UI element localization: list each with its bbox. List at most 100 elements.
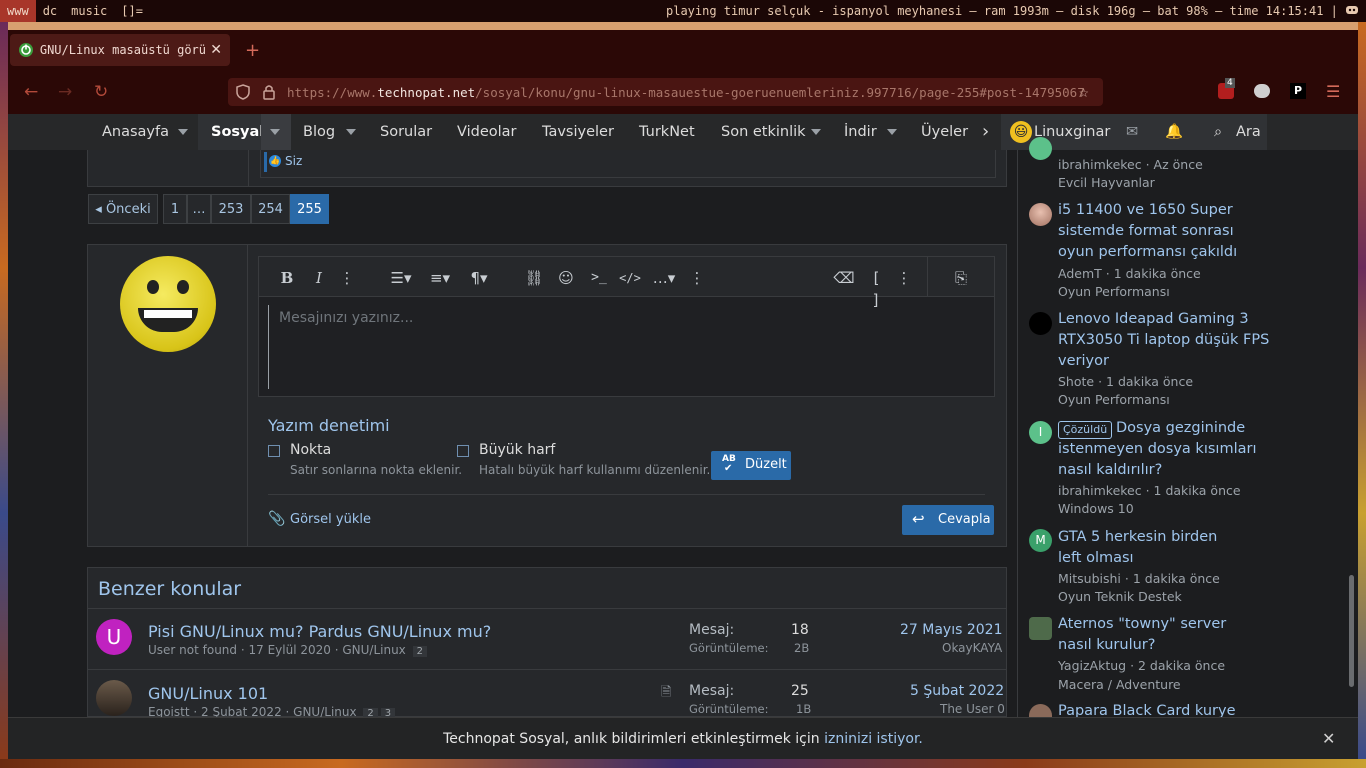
sidebar-item-title[interactable]: Dosya gezgininde istenmeyen dosya kısıml… bbox=[1058, 418, 1283, 481]
paperclip-icon[interactable]: 📎 bbox=[268, 511, 285, 527]
more-options-icon[interactable]: ⋮ bbox=[893, 267, 915, 289]
back-icon[interactable]: ← bbox=[24, 82, 38, 102]
duzelt-button[interactable]: AB ✔ Düzelt bbox=[711, 451, 791, 480]
reply-button[interactable]: ↩ Cevapla bbox=[902, 505, 994, 535]
avatar[interactable] bbox=[1029, 312, 1052, 335]
page-1[interactable]: 1 bbox=[163, 194, 187, 224]
nav-sorular[interactable]: Sorular bbox=[380, 114, 432, 150]
nav-scroll-right-icon[interactable]: › bbox=[982, 114, 989, 150]
italic-icon[interactable]: I bbox=[308, 267, 330, 289]
scrollbar-thumb[interactable] bbox=[1349, 575, 1354, 687]
reload-icon[interactable]: ↻ bbox=[94, 82, 108, 102]
extension-mask-icon[interactable] bbox=[1254, 84, 1270, 98]
avatar[interactable] bbox=[1029, 617, 1052, 640]
nav-son-etkinlik[interactable]: Son etkinlik bbox=[721, 114, 806, 150]
avatar[interactable] bbox=[96, 680, 132, 716]
more-options-icon[interactable]: ⋮ bbox=[336, 267, 358, 289]
inbox-icon[interactable]: ✉ bbox=[1126, 114, 1138, 150]
caret-down-icon[interactable] bbox=[346, 129, 356, 135]
extension-p-icon[interactable]: P bbox=[1290, 83, 1306, 99]
sidebar-item-forum[interactable]: Oyun Performansı bbox=[1058, 392, 1170, 407]
bell-icon[interactable]: 🔔 bbox=[1165, 114, 1183, 150]
url-bar[interactable]: https://www.technopat.net/sosyal/konu/gn… bbox=[228, 78, 1103, 106]
sidebar-item-forum[interactable]: Windows 10 bbox=[1058, 501, 1134, 516]
sidebar-item-title[interactable]: Aternos "towny" server nasıl kurulur? bbox=[1058, 614, 1258, 656]
buyuk-harf-checkbox[interactable] bbox=[457, 445, 469, 457]
nav-videolar[interactable]: Videolar bbox=[457, 114, 517, 150]
avatar[interactable] bbox=[1029, 137, 1052, 160]
workspace-dc[interactable]: dc bbox=[36, 0, 64, 22]
nav-uyeler[interactable]: Üyeler bbox=[921, 114, 968, 150]
sidebar-item-forum[interactable]: Oyun Teknik Destek bbox=[1058, 589, 1182, 604]
sidebar-item-forum[interactable]: Macera / Adventure bbox=[1058, 677, 1181, 692]
caret-down-icon[interactable] bbox=[270, 129, 280, 135]
more-options-icon[interactable]: ⋮ bbox=[686, 267, 708, 289]
last-post-user[interactable]: The User 0 bbox=[940, 702, 1005, 716]
avatar[interactable]: I bbox=[1029, 421, 1052, 444]
preview-icon[interactable]: ⎘ bbox=[950, 267, 972, 289]
workspace-www[interactable]: www bbox=[0, 0, 36, 22]
paragraph-icon[interactable]: ¶▾ bbox=[465, 267, 493, 289]
avatar[interactable] bbox=[1029, 203, 1052, 226]
bbcode-icon[interactable]: [ ] bbox=[865, 267, 887, 309]
align-icon[interactable]: ≡▾ bbox=[426, 267, 454, 289]
thread-page-badge[interactable]: 2 bbox=[412, 646, 427, 657]
caret-down-icon[interactable] bbox=[811, 129, 821, 135]
duzelt-label: Düzelt bbox=[745, 457, 787, 472]
eraser-icon[interactable]: ⌫ bbox=[833, 267, 855, 289]
bookmark-star-icon[interactable]: ☆ bbox=[1079, 82, 1089, 101]
workspace-music[interactable]: music bbox=[64, 0, 114, 22]
menu-icon[interactable]: ☰ bbox=[1326, 82, 1340, 101]
caret-down-icon[interactable] bbox=[887, 129, 897, 135]
thread-title[interactable]: Pisi GNU/Linux mu? Pardus GNU/Linux mu? bbox=[148, 622, 491, 641]
sidebar-item-title[interactable]: i5 11400 ve 1650 Super sistemde format s… bbox=[1058, 200, 1238, 263]
views-label: Görüntüleme: bbox=[689, 641, 769, 655]
tab-close-icon[interactable]: ✕ bbox=[210, 42, 222, 58]
list-icon[interactable]: ☰▾ bbox=[387, 267, 415, 289]
forward-icon[interactable]: → bbox=[58, 82, 72, 102]
last-post-date[interactable]: 5 Şubat 2022 bbox=[910, 683, 1004, 699]
sidebar-item-title[interactable]: Papara Black Card kurye bbox=[1058, 702, 1236, 717]
browser-tab[interactable]: GNU/Linux masaüstü görünümleriniz ✕ bbox=[10, 34, 230, 66]
last-post-date[interactable]: 27 Mayıs 2021 bbox=[900, 622, 1002, 638]
nokta-checkbox[interactable] bbox=[268, 445, 280, 457]
insert-more-icon[interactable]: …▾ bbox=[650, 267, 678, 289]
pagination-prev[interactable]: ◂ Önceki bbox=[88, 194, 158, 224]
nav-anasayfa[interactable]: Anasayfa bbox=[102, 114, 169, 150]
nav-indir[interactable]: İndir bbox=[844, 114, 877, 150]
nav-sosyal[interactable]: Sosyal bbox=[211, 114, 264, 150]
sidebar-item-title[interactable]: Lenovo Ideapad Gaming 3 RTX3050 Ti lapto… bbox=[1058, 309, 1283, 372]
nav-turknet[interactable]: TurkNet bbox=[639, 114, 695, 150]
message-input[interactable]: Mesajınızı yazınız... bbox=[268, 305, 988, 389]
nav-blog[interactable]: Blog bbox=[303, 114, 335, 150]
reply-label: Cevapla bbox=[938, 512, 991, 527]
reaction-user[interactable]: Siz bbox=[285, 154, 302, 168]
layout-indicator[interactable]: []= bbox=[114, 0, 150, 22]
sidebar-item-forum[interactable]: Evcil Hayvanlar bbox=[1058, 175, 1155, 190]
notification-link[interactable]: izninizi istiyor. bbox=[824, 731, 923, 747]
upload-image-link[interactable]: Görsel yükle bbox=[290, 512, 371, 527]
code-icon[interactable]: </> bbox=[619, 267, 641, 289]
emoji-icon[interactable]: ☺ bbox=[555, 267, 577, 289]
avatar[interactable]: M bbox=[1029, 529, 1052, 552]
caret-down-icon[interactable] bbox=[178, 129, 188, 135]
page-254[interactable]: 254 bbox=[251, 194, 290, 224]
search-icon[interactable]: ⌕ bbox=[1214, 114, 1222, 150]
terminal-icon[interactable]: >_ bbox=[586, 267, 612, 289]
avatar[interactable]: U bbox=[96, 619, 132, 655]
thread-title[interactable]: GNU/Linux 101 bbox=[148, 684, 268, 703]
page-253[interactable]: 253 bbox=[211, 194, 251, 224]
similar-threads-title: Benzer konular bbox=[98, 578, 242, 600]
link-icon[interactable]: ⛓ bbox=[523, 267, 545, 289]
search-label[interactable]: Ara bbox=[1236, 114, 1261, 150]
close-icon[interactable]: ✕ bbox=[1322, 718, 1335, 760]
sidebar-item-title[interactable]: GTA 5 herkesin birden left olması bbox=[1058, 527, 1243, 569]
page-ellipsis[interactable]: … bbox=[187, 194, 211, 224]
last-post-user[interactable]: OkayKAYA bbox=[942, 641, 1002, 655]
bold-icon[interactable]: B bbox=[276, 267, 298, 289]
new-tab-icon[interactable]: + bbox=[245, 40, 260, 61]
sidebar-item-forum[interactable]: Oyun Performansı bbox=[1058, 284, 1170, 299]
page-255-current[interactable]: 255 bbox=[290, 194, 329, 224]
user-avatar[interactable]: 😃 bbox=[1010, 121, 1032, 143]
nav-tavsiyeler[interactable]: Tavsiyeler bbox=[542, 114, 614, 150]
